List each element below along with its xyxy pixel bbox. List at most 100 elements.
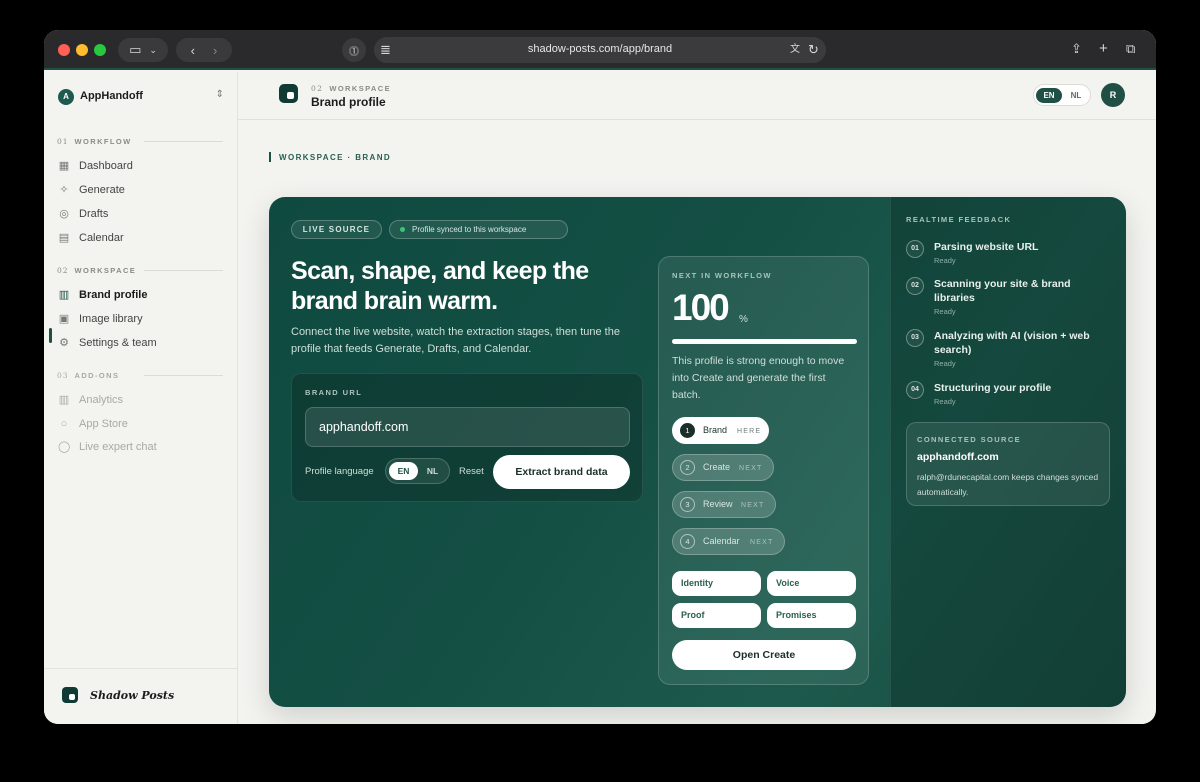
page-header: 02 WORKSPACE Brand profile EN NL R xyxy=(238,72,1156,120)
divider xyxy=(144,375,223,376)
grid-icon: ▦ xyxy=(58,160,70,172)
feedback-title: Structuring your profile xyxy=(934,382,1052,394)
step-status: NEXT xyxy=(741,502,765,509)
user-avatar[interactable]: R xyxy=(1101,83,1125,107)
sidebar-item-label: Settings & team xyxy=(79,337,157,349)
bar-chart-icon: ▥ xyxy=(58,394,70,406)
sidebar-item-drafts[interactable]: ◎ Drafts xyxy=(58,205,224,225)
connected-source-label: CONNECTED SOURCE xyxy=(917,435,1022,444)
next-in-workflow-panel: NEXT IN WORKFLOW 100 % This profile is s… xyxy=(658,256,869,685)
sidebar-item-settings[interactable]: ⚙ Settings & team xyxy=(58,334,224,354)
product-name: Shadow Posts xyxy=(90,689,175,702)
forward-icon[interactable]: › xyxy=(213,43,217,58)
brand-url-form: BRAND URL apphandoff.com Profile languag… xyxy=(291,373,643,502)
brand-card: LIVE SOURCE Profile synced to this works… xyxy=(269,197,1126,707)
active-indicator xyxy=(49,328,52,343)
browser-window: ▭ ⌄ ‹ › ⓵ ≣ shadow-posts.com/app/brand 文 ↻… xyxy=(44,30,1156,724)
header-kicker: 02 WORKSPACE xyxy=(311,84,391,93)
calendar-icon: ▤ xyxy=(58,232,70,244)
reload-icon[interactable]: ↻ xyxy=(808,43,819,57)
document-icon: ▥ xyxy=(58,289,70,301)
sidebar-item-label: Drafts xyxy=(79,208,109,220)
profile-lang-en[interactable]: EN xyxy=(389,462,418,480)
reset-button[interactable]: Reset xyxy=(459,466,484,477)
tab-overview-icon[interactable]: ⧉ xyxy=(1126,42,1135,56)
feedback-title: Parsing website URL xyxy=(934,241,1039,253)
step-number: 1 xyxy=(680,423,695,438)
feedback-title: Scanning your site & brand libraries xyxy=(934,278,1071,304)
chip-proof[interactable]: Proof xyxy=(672,603,761,628)
chat-icon: ◯ xyxy=(58,441,71,453)
profile-progress-bar xyxy=(672,339,857,344)
feedback-step-number: 03 xyxy=(906,329,924,347)
section-label-workspace: 02 WORKSPACE xyxy=(57,266,137,275)
password-manager-button[interactable]: ⓵ xyxy=(342,38,366,62)
org-switcher[interactable]: A AppHandoff ⇕ xyxy=(58,87,224,107)
back-icon[interactable]: ‹ xyxy=(191,43,195,58)
step-calendar[interactable]: 4 Calendar NEXT xyxy=(672,528,785,555)
feedback-status: Ready xyxy=(934,256,956,265)
profile-progress-fill xyxy=(672,339,857,344)
realtime-feedback-label: REALTIME FEEDBACK xyxy=(906,215,1012,224)
feedback-status: Ready xyxy=(934,397,956,406)
lang-en-option[interactable]: EN xyxy=(1036,88,1062,103)
profile-score: 100 xyxy=(672,287,730,328)
share-icon[interactable]: ⇪ xyxy=(1071,42,1082,56)
workspace-logo xyxy=(279,84,298,103)
feedback-step-number: 04 xyxy=(906,381,924,399)
chip-voice[interactable]: Voice xyxy=(767,571,856,596)
minimize-window-button[interactable] xyxy=(76,44,88,56)
sidebar-item-image-library[interactable]: ▣ Image library xyxy=(58,310,224,330)
live-source-badge: LIVE SOURCE xyxy=(291,220,382,239)
sidebar-item-label: App Store xyxy=(79,418,128,430)
step-label: Calendar xyxy=(703,536,740,546)
chip-identity[interactable]: Identity xyxy=(672,571,761,596)
bulb-icon: ○ xyxy=(60,418,68,430)
sidebar-item-app-store[interactable]: ○ App Store xyxy=(58,415,224,435)
feedback-status: Ready xyxy=(934,307,956,316)
profile-lang-nl[interactable]: NL xyxy=(418,462,447,480)
sidebar-footer: Shadow Posts xyxy=(44,668,238,724)
chevron-down-icon: ⌄ xyxy=(149,44,157,55)
translate-icon[interactable]: 文 xyxy=(790,43,800,57)
connected-domain: apphandoff.com xyxy=(917,451,999,463)
new-tab-icon[interactable]: + xyxy=(1099,41,1108,56)
sidebar-item-label: Calendar xyxy=(79,232,124,244)
divider xyxy=(144,141,223,142)
step-review[interactable]: 3 Review NEXT xyxy=(672,491,776,518)
profile-language-label: Profile language xyxy=(305,466,374,477)
sidebar-item-live-expert-chat[interactable]: ◯ Live expert chat xyxy=(58,438,224,458)
profile-score-unit: % xyxy=(739,314,748,325)
sidebar-toggle-button[interactable]: ▭ ⌄ xyxy=(118,38,168,62)
address-bar[interactable]: ≣ shadow-posts.com/app/brand 文 ↻ xyxy=(374,37,826,63)
open-create-button[interactable]: Open Create xyxy=(672,640,856,670)
close-window-button[interactable] xyxy=(58,44,70,56)
zoom-window-button[interactable] xyxy=(94,44,106,56)
sidebar-item-calendar[interactable]: ▤ Calendar xyxy=(58,229,224,249)
sidebar-item-generate[interactable]: ✧ Generate xyxy=(58,181,224,201)
step-label: Review xyxy=(703,499,733,509)
profile-language-toggle: EN NL xyxy=(385,458,450,484)
brand-url-input[interactable]: apphandoff.com xyxy=(305,407,630,447)
step-brand[interactable]: 1 Brand HERE xyxy=(672,417,769,444)
language-toggle: EN NL xyxy=(1033,84,1091,106)
extract-brand-data-button[interactable]: Extract brand data xyxy=(493,455,630,489)
step-create[interactable]: 2 Create NEXT xyxy=(672,454,774,481)
sidebar: A AppHandoff ⇕ 01 WORKFLOW ▦ Dashboard ✧ … xyxy=(44,72,238,724)
step-status: HERE xyxy=(737,428,762,435)
sidebar-item-label: Generate xyxy=(79,184,125,196)
step-number: 4 xyxy=(680,534,695,549)
sidebar-item-brand-profile[interactable]: ▥ Brand profile xyxy=(58,286,224,306)
org-name: AppHandoff xyxy=(80,90,143,102)
org-avatar: A xyxy=(58,89,74,105)
feedback-step-number: 01 xyxy=(906,240,924,258)
sidebar-item-dashboard[interactable]: ▦ Dashboard xyxy=(58,157,224,177)
chevron-updown-icon: ⇕ xyxy=(215,89,224,100)
chip-promises[interactable]: Promises xyxy=(767,603,856,628)
feedback-title: Analyzing with AI (vision + web search) xyxy=(934,330,1090,356)
browser-toolbar: ▭ ⌄ ‹ › ⓵ ≣ shadow-posts.com/app/brand 文 ↻… xyxy=(44,30,1156,70)
hero-headline: Scan, shape, and keep the brand brain wa… xyxy=(291,257,589,315)
connected-source-card: CONNECTED SOURCE apphandoff.com ralph@rd… xyxy=(906,422,1110,506)
lang-nl-option[interactable]: NL xyxy=(1063,88,1089,103)
sidebar-item-analytics[interactable]: ▥ Analytics xyxy=(58,391,224,411)
